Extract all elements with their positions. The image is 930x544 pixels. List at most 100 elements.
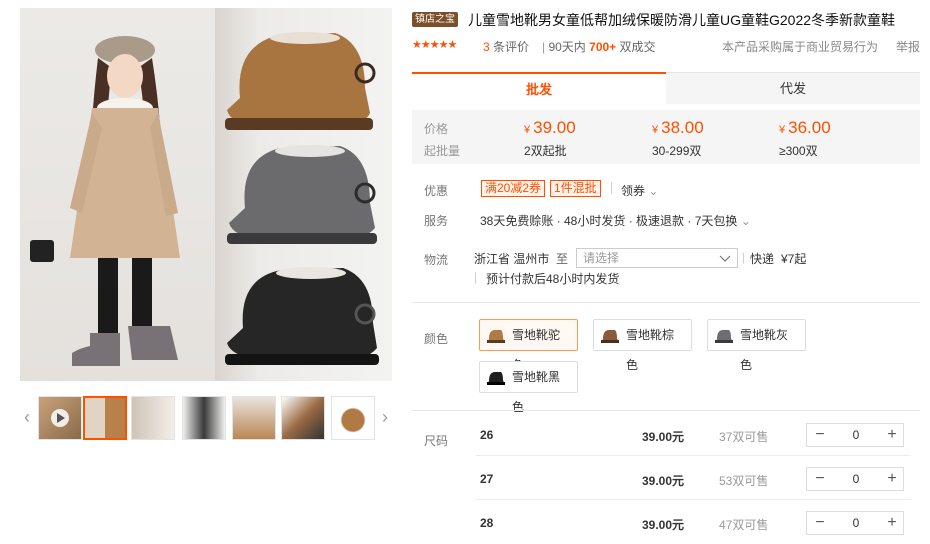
size-label: 尺码 bbox=[424, 434, 449, 448]
size-stock: 47双可售 bbox=[719, 518, 769, 532]
sales-suffix: 双成交 bbox=[619, 40, 656, 54]
size-price: 39.00元 bbox=[642, 518, 685, 532]
color-option-label: 雪地靴灰色 bbox=[740, 328, 789, 372]
review-count-link[interactable]: 3 条评价 bbox=[483, 38, 529, 55]
size-stock: 53双可售 bbox=[719, 474, 769, 488]
sales-count: 700+ bbox=[589, 40, 617, 54]
size-price: 39.00元 bbox=[642, 474, 685, 488]
size-price: 39.00元 bbox=[642, 430, 685, 444]
thumbnail-strip: ‹ › bbox=[20, 394, 392, 442]
color-option-black[interactable]: 雪地靴黑色 bbox=[479, 361, 578, 414]
quantity-input[interactable]: 0 bbox=[833, 512, 879, 534]
rating-stars-icon: ★★★★★ bbox=[412, 39, 457, 51]
origin-location: 浙江省 温州市 bbox=[474, 252, 550, 266]
review-suffix: 条评价 bbox=[493, 40, 530, 54]
get-coupon-link[interactable]: 领券 ⌄ bbox=[621, 182, 658, 199]
currency-symbol: ¥ bbox=[524, 124, 531, 136]
service-text[interactable]: 38天免费赊账 · 48小时发货 · 极速退款 · 7天包换 ⌄ bbox=[480, 212, 751, 229]
price-label: 价格 bbox=[424, 122, 449, 136]
thumbnail-4[interactable] bbox=[232, 396, 276, 440]
section-divider bbox=[412, 302, 920, 303]
promo-label: 优惠 bbox=[424, 184, 449, 198]
increment-button[interactable]: + bbox=[879, 424, 905, 446]
destination-placeholder: 请选择 bbox=[583, 251, 620, 265]
color-label: 颜色 bbox=[424, 332, 449, 346]
tab-dropship[interactable]: 代发 bbox=[666, 72, 920, 104]
thumbnail-3[interactable] bbox=[182, 396, 226, 440]
get-coupon-label: 领券 bbox=[621, 184, 646, 198]
play-icon bbox=[51, 409, 69, 427]
size-row-28: 28 39.00元 47双可售 − 0 + bbox=[476, 502, 911, 544]
color-option-grey[interactable]: 雪地靴灰色 bbox=[707, 319, 806, 372]
thumbnail-prev-arrow[interactable]: ‹ bbox=[20, 406, 34, 428]
size-value: 27 bbox=[480, 472, 494, 486]
price-tier-3: ¥36.00 ≥300双 bbox=[779, 118, 831, 159]
chevron-down-icon bbox=[719, 249, 731, 273]
logistics-divider: | bbox=[742, 250, 746, 264]
thumbnail-6[interactable] bbox=[331, 396, 375, 440]
decrement-button[interactable]: − bbox=[807, 512, 833, 534]
mixed-batch-badge[interactable]: 1件混批 bbox=[550, 180, 601, 197]
currency-symbol: ¥ bbox=[779, 124, 786, 136]
review-count: 3 bbox=[483, 40, 490, 54]
quantity-input[interactable]: 0 bbox=[833, 424, 879, 446]
color-option-brown[interactable]: 雪地靴棕色 bbox=[593, 319, 692, 372]
size-value: 26 bbox=[480, 428, 494, 442]
size-row-26: 26 39.00元 37双可售 − 0 + bbox=[476, 414, 911, 456]
main-product-image[interactable] bbox=[20, 8, 392, 381]
quantity-input[interactable]: 0 bbox=[833, 468, 879, 490]
product-title-row: 镇店之宝 儿童雪地靴男女童低帮加绒保暖防滑儿童UG童鞋G2022冬季新款童鞋 bbox=[412, 10, 922, 30]
increment-button[interactable]: + bbox=[879, 512, 905, 534]
logistics-label: 物流 bbox=[424, 253, 449, 267]
thumbnail-video[interactable] bbox=[38, 396, 82, 440]
promo-row: 优惠 满20减2券 1件混批 | 领券 ⌄ bbox=[424, 180, 904, 200]
sales-prefix: 90天内 bbox=[548, 40, 586, 54]
shipping-fee: ¥7起 bbox=[781, 252, 807, 266]
tier-price: 39.00 bbox=[533, 118, 576, 137]
service-row: 服务 38天免费赊账 · 48小时发货 · 极速退款 · 7天包换 ⌄ bbox=[424, 212, 904, 230]
boot-swatch-icon bbox=[486, 326, 506, 344]
decrement-button[interactable]: − bbox=[807, 468, 833, 490]
boot-swatch-icon bbox=[600, 326, 620, 344]
trade-purpose-note: 本产品采购属于商业贸易行为 bbox=[722, 40, 879, 54]
model-photo bbox=[20, 8, 215, 381]
tier-qty: ≥300双 bbox=[779, 144, 818, 158]
report-link[interactable]: 举报 bbox=[896, 38, 920, 55]
product-meta-row: ★★★★★ 3 条评价 | 90天内 700+ 双成交 本产品采购属于商业贸易行… bbox=[412, 38, 922, 54]
service-label: 服务 bbox=[424, 214, 449, 228]
boot-swatch-icon bbox=[714, 326, 734, 344]
quantity-stepper: − 0 + bbox=[806, 511, 904, 535]
decrement-button[interactable]: − bbox=[807, 424, 833, 446]
thumbnail-next-arrow[interactable]: › bbox=[378, 406, 392, 428]
logistics-row: 物流 浙江省 温州市 至 请选择 | 快递 ¥7起 | 预计付款后48小时内发货 bbox=[424, 248, 914, 288]
price-tier-box: 价格 起批量 ¥39.00 2双起批 ¥38.00 30-299双 ¥36.00… bbox=[412, 110, 920, 164]
store-badge: 镇店之宝 bbox=[412, 12, 458, 27]
boot-swatch-icon bbox=[486, 368, 506, 386]
purchase-mode-tabs: 批发 代发 bbox=[412, 72, 920, 104]
delivery-note: 预计付款后48小时内发货 bbox=[486, 272, 620, 286]
color-option-label: 雪地靴黑色 bbox=[512, 370, 561, 414]
price-tier-1: ¥39.00 2双起批 bbox=[524, 118, 576, 159]
currency-symbol: ¥ bbox=[652, 124, 659, 136]
min-qty-label: 起批量 bbox=[424, 144, 461, 158]
tab-wholesale[interactable]: 批发 bbox=[412, 72, 666, 104]
thumbnail-5[interactable] bbox=[281, 396, 325, 440]
coupon-badge[interactable]: 满20减2券 bbox=[481, 180, 546, 197]
increment-button[interactable]: + bbox=[879, 468, 905, 490]
thumbnail-1[interactable] bbox=[83, 396, 127, 440]
size-value: 28 bbox=[480, 516, 494, 530]
size-row-27: 27 39.00元 53双可售 − 0 + bbox=[476, 458, 911, 500]
color-option-camel[interactable]: 雪地靴驼色 bbox=[479, 319, 578, 372]
sales-info: | 90天内 700+ 双成交 bbox=[542, 40, 656, 54]
section-divider bbox=[412, 410, 920, 411]
tier-price: 38.00 bbox=[661, 118, 704, 137]
tier-qty: 30-299双 bbox=[652, 144, 702, 158]
quantity-stepper: − 0 + bbox=[806, 423, 904, 447]
thumbnail-2[interactable] bbox=[131, 396, 175, 440]
tier-qty: 2双起批 bbox=[524, 144, 567, 158]
color-option-label: 雪地靴棕色 bbox=[626, 328, 675, 372]
chevron-down-icon: ⌄ bbox=[740, 214, 751, 228]
destination-select[interactable]: 请选择 bbox=[576, 248, 738, 268]
chevron-down-icon: ⌄ bbox=[648, 184, 659, 198]
size-stock: 37双可售 bbox=[719, 430, 769, 444]
